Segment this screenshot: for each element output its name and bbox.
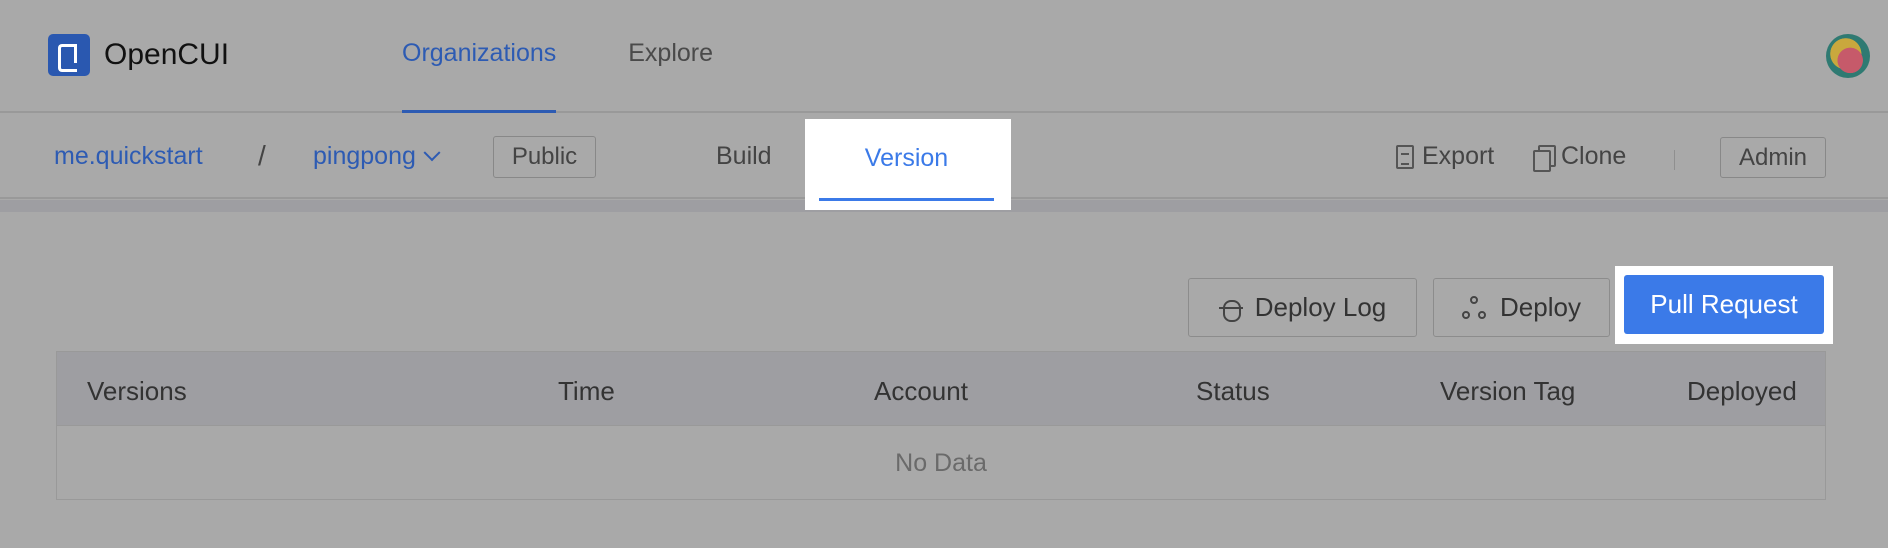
export-button[interactable]: Export (1396, 142, 1494, 171)
empty-state: No Data (895, 448, 987, 477)
breadcrumb-separator: / (258, 140, 266, 171)
column-header-deployed: Deployed (1687, 376, 1797, 406)
export-document-icon (1396, 144, 1414, 169)
column-header-account: Account (874, 376, 968, 406)
opencui-logo-icon (48, 34, 90, 76)
app-name: OpenCUI (104, 38, 230, 71)
nav-explore[interactable]: Explore (628, 0, 713, 113)
action-divider (1674, 150, 1675, 170)
column-header-time: Time (558, 376, 615, 406)
deploy-nodes-icon (1462, 295, 1488, 320)
app-logo[interactable]: OpenCUI (48, 34, 229, 76)
export-label: Export (1422, 142, 1495, 170)
chevron-down-icon (423, 143, 441, 161)
tab-build[interactable]: Build (716, 142, 772, 171)
deploy-log-button[interactable]: Deploy Log (1188, 278, 1417, 337)
user-avatar[interactable] (1826, 34, 1870, 78)
versions-table: Versions Time Account Status Version Tag… (56, 351, 1826, 500)
top-bar: OpenCUI Organizations Explore (0, 0, 1888, 113)
copy-icon (1533, 144, 1556, 172)
bug-icon (1218, 295, 1243, 322)
nav-organizations[interactable]: Organizations (402, 0, 557, 113)
deploy-button[interactable]: Deploy (1433, 278, 1610, 337)
column-header-status: Status (1196, 376, 1270, 406)
clone-button[interactable]: Clone (1533, 142, 1627, 172)
table-header: Versions Time Account Status Version Tag… (57, 352, 1825, 426)
breadcrumb-org[interactable]: me.quickstart (54, 142, 203, 171)
deploy-label: Deploy (1500, 292, 1581, 322)
admin-button[interactable]: Admin (1720, 137, 1826, 178)
column-header-versions: Versions (87, 376, 187, 406)
top-nav: Organizations Explore (402, 0, 713, 113)
visibility-badge: Public (493, 136, 596, 178)
tab-version[interactable]: Version (819, 119, 994, 201)
clone-label: Clone (1561, 142, 1627, 170)
pull-request-button[interactable]: Pull Request (1624, 275, 1824, 334)
column-header-version-tag: Version Tag (1440, 376, 1576, 406)
deploy-log-label: Deploy Log (1254, 292, 1387, 322)
project-name: pingpong (313, 142, 416, 170)
project-dropdown[interactable]: pingpong (313, 142, 441, 171)
